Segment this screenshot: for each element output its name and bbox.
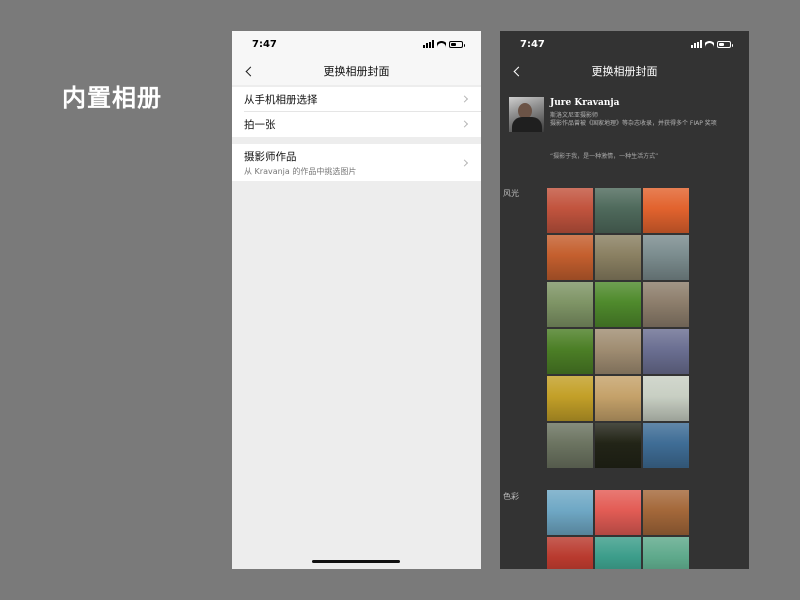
nav-bar: 更换相册封面 (232, 57, 481, 85)
status-bar: 7:47 (232, 31, 481, 57)
section-label-landscape: 风光 (503, 189, 519, 198)
back-icon[interactable] (244, 64, 258, 78)
misty-tree-photo[interactable] (643, 282, 689, 327)
nav-title: 更换相册封面 (591, 65, 658, 78)
storm-sky-photo[interactable] (547, 423, 593, 468)
menu-item-label: 从手机相册选择 (244, 93, 318, 106)
green-field-house-photo[interactable] (595, 282, 641, 327)
status-time: 7:47 (252, 38, 277, 50)
menu-group-photographer: 摄影师作品 从 Kravanja 的作品中挑选图片 (232, 144, 481, 181)
menu-group-source: 从手机相册选择 拍一张 (232, 87, 481, 137)
blue-clouds-photo[interactable] (643, 423, 689, 468)
country-road-photo[interactable] (595, 376, 641, 421)
orange-dune-photo[interactable] (643, 188, 689, 233)
back-icon[interactable] (512, 64, 526, 78)
sunflower-field-photo[interactable] (547, 376, 593, 421)
signal-icon (691, 40, 702, 48)
signal-icon (423, 40, 434, 48)
menu-item-label: 拍一张 (244, 118, 276, 131)
winter-tree-photo[interactable] (643, 376, 689, 421)
photographer-desc-line1: 斯洛文尼亚摄影师 (550, 112, 599, 119)
wifi-icon (705, 40, 714, 48)
menu-item-subtitle: 从 Kravanja 的作品中挑选图片 (244, 166, 357, 176)
valley-village-photo[interactable] (595, 235, 641, 280)
photographer-name: Jure Kravanja (550, 98, 620, 108)
photo-grid-landscape (547, 188, 689, 468)
battery-icon (717, 40, 733, 48)
rolling-hills-photo[interactable] (547, 282, 593, 327)
lone-tree-meadow-photo[interactable] (547, 329, 593, 374)
nav-title: 更换相册封面 (323, 65, 390, 78)
brown-facade-photo[interactable] (643, 490, 689, 535)
status-bar: 7:47 (500, 31, 749, 57)
menu-item-phone-album[interactable]: 从手机相册选择 (232, 87, 481, 111)
photographer-desc-line2: 摄影作品曾被《国家地理》等杂志收录，并获得多个 FIAP 奖项 (550, 119, 717, 127)
photographer-profile: Jure Kravanja 斯洛文尼亚摄影师 摄影作品曾被《国家地理》等杂志收录… (509, 97, 736, 132)
green-building-photo[interactable] (643, 537, 689, 569)
palm-street-photo[interactable] (547, 490, 593, 535)
foggy-landscape-photo[interactable] (595, 329, 641, 374)
nav-bar: 更换相册封面 (500, 57, 749, 85)
lavender-field-photo[interactable] (643, 329, 689, 374)
red-roof-pipes-photo[interactable] (595, 490, 641, 535)
dark-phone-screen: 7:47 更换相册封面 Jure Kravanja 斯洛文尼亚摄影师 摄影作品曾… (500, 31, 749, 569)
sunset-silhouette-photo[interactable] (547, 235, 593, 280)
wifi-icon (437, 40, 446, 48)
coastal-town-photo[interactable] (643, 235, 689, 280)
status-icons (691, 40, 733, 48)
photographer-quote: “摄影于我，是一种激情，一种生活方式” (550, 153, 659, 160)
red-desert-butte-photo[interactable] (547, 188, 593, 233)
colorful-wall-photo[interactable] (595, 537, 641, 569)
avatar (509, 97, 544, 132)
photo-grid-color (547, 490, 689, 569)
status-time: 7:47 (520, 38, 545, 50)
route-66-sign-photo[interactable] (547, 537, 593, 569)
menu-item-photographer-works[interactable]: 摄影师作品 从 Kravanja 的作品中挑选图片 (232, 144, 481, 181)
coast-aerial-photo[interactable] (595, 188, 641, 233)
light-phone-screen: 7:47 更换相册封面 从手机相册选择 拍一张 摄影师作品 从 Kravanja… (232, 31, 481, 569)
section-label-color: 色彩 (503, 492, 519, 501)
slide-title: 内置相册 (62, 84, 162, 112)
battery-icon (449, 40, 465, 48)
night-mountain-photo[interactable] (595, 423, 641, 468)
home-indicator[interactable] (312, 560, 400, 563)
menu-item-label: 摄影师作品 (244, 150, 297, 163)
menu-item-take-photo[interactable]: 拍一张 (232, 111, 481, 137)
status-icons (423, 40, 465, 48)
